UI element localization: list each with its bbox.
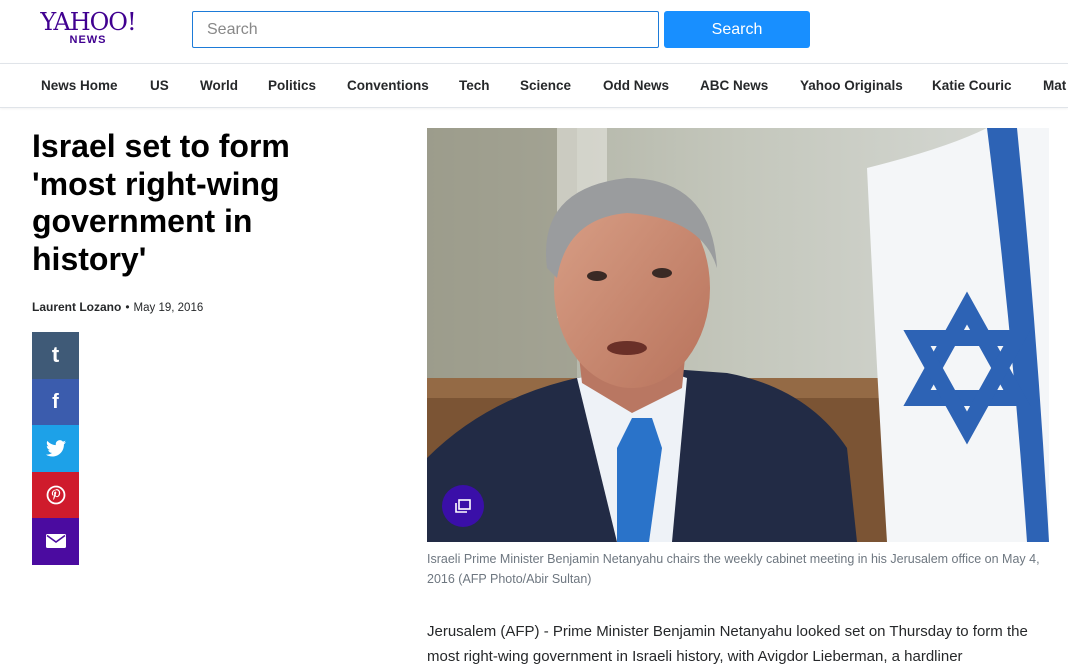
site-header: YAHOO! NEWS Search bbox=[0, 0, 1068, 63]
author-link[interactable]: Laurent Lozano bbox=[32, 300, 121, 314]
gallery-button[interactable] bbox=[442, 485, 484, 527]
email-share-button[interactable] bbox=[32, 518, 79, 565]
twitter-share-button[interactable] bbox=[32, 425, 79, 472]
netanyahu-photo bbox=[427, 128, 1049, 542]
tumblr-icon: t bbox=[51, 342, 60, 368]
envelope-icon bbox=[45, 534, 66, 549]
logo-wordmark: YAHOO! bbox=[40, 8, 136, 36]
nav-item-abc-news[interactable]: ABC News bbox=[700, 78, 768, 93]
byline-separator: • bbox=[125, 300, 130, 314]
photo-caption: Israeli Prime Minister Benjamin Netanyah… bbox=[427, 552, 1040, 586]
byline: Laurent Lozano • May 19, 2016 bbox=[32, 300, 203, 314]
nav-item-yahoo-originals[interactable]: Yahoo Originals bbox=[800, 78, 903, 93]
tumblr-share-button[interactable]: t bbox=[32, 332, 79, 379]
article-headline: Israel set to form 'most right-wing gove… bbox=[32, 128, 290, 277]
search-input[interactable] bbox=[192, 11, 659, 48]
nav-item-tech[interactable]: Tech bbox=[459, 78, 490, 93]
article-photo[interactable] bbox=[427, 128, 1049, 542]
yahoo-news-logo[interactable]: YAHOO! NEWS bbox=[38, 10, 138, 50]
nav-item-katie-couric[interactable]: Katie Couric bbox=[932, 78, 1012, 93]
nav-item-news-home[interactable]: News Home bbox=[41, 78, 118, 93]
pinterest-icon bbox=[46, 485, 65, 505]
nav-item-us[interactable]: US bbox=[150, 78, 169, 93]
search-button[interactable]: Search bbox=[664, 11, 810, 48]
nav-item-conventions[interactable]: Conventions bbox=[347, 78, 429, 93]
twitter-bird-icon bbox=[45, 439, 66, 457]
nav-item-odd-news[interactable]: Odd News bbox=[603, 78, 669, 93]
nav-item-science[interactable]: Science bbox=[520, 78, 571, 93]
article-body: Jerusalem (AFP) - Prime Minister Benjami… bbox=[427, 623, 1028, 665]
nav-item-more[interactable]: Mat bbox=[1043, 78, 1066, 93]
main-nav: News Home US World Politics Conventions … bbox=[0, 63, 1068, 108]
gallery-icon bbox=[455, 499, 471, 513]
nav-item-world[interactable]: World bbox=[200, 78, 238, 93]
publish-date: May 19, 2016 bbox=[133, 302, 204, 314]
facebook-share-button[interactable]: f bbox=[32, 378, 79, 425]
facebook-icon: f bbox=[52, 390, 59, 413]
nav-item-politics[interactable]: Politics bbox=[268, 78, 316, 93]
share-bar: t f bbox=[32, 332, 79, 565]
pinterest-share-button[interactable] bbox=[32, 471, 79, 518]
